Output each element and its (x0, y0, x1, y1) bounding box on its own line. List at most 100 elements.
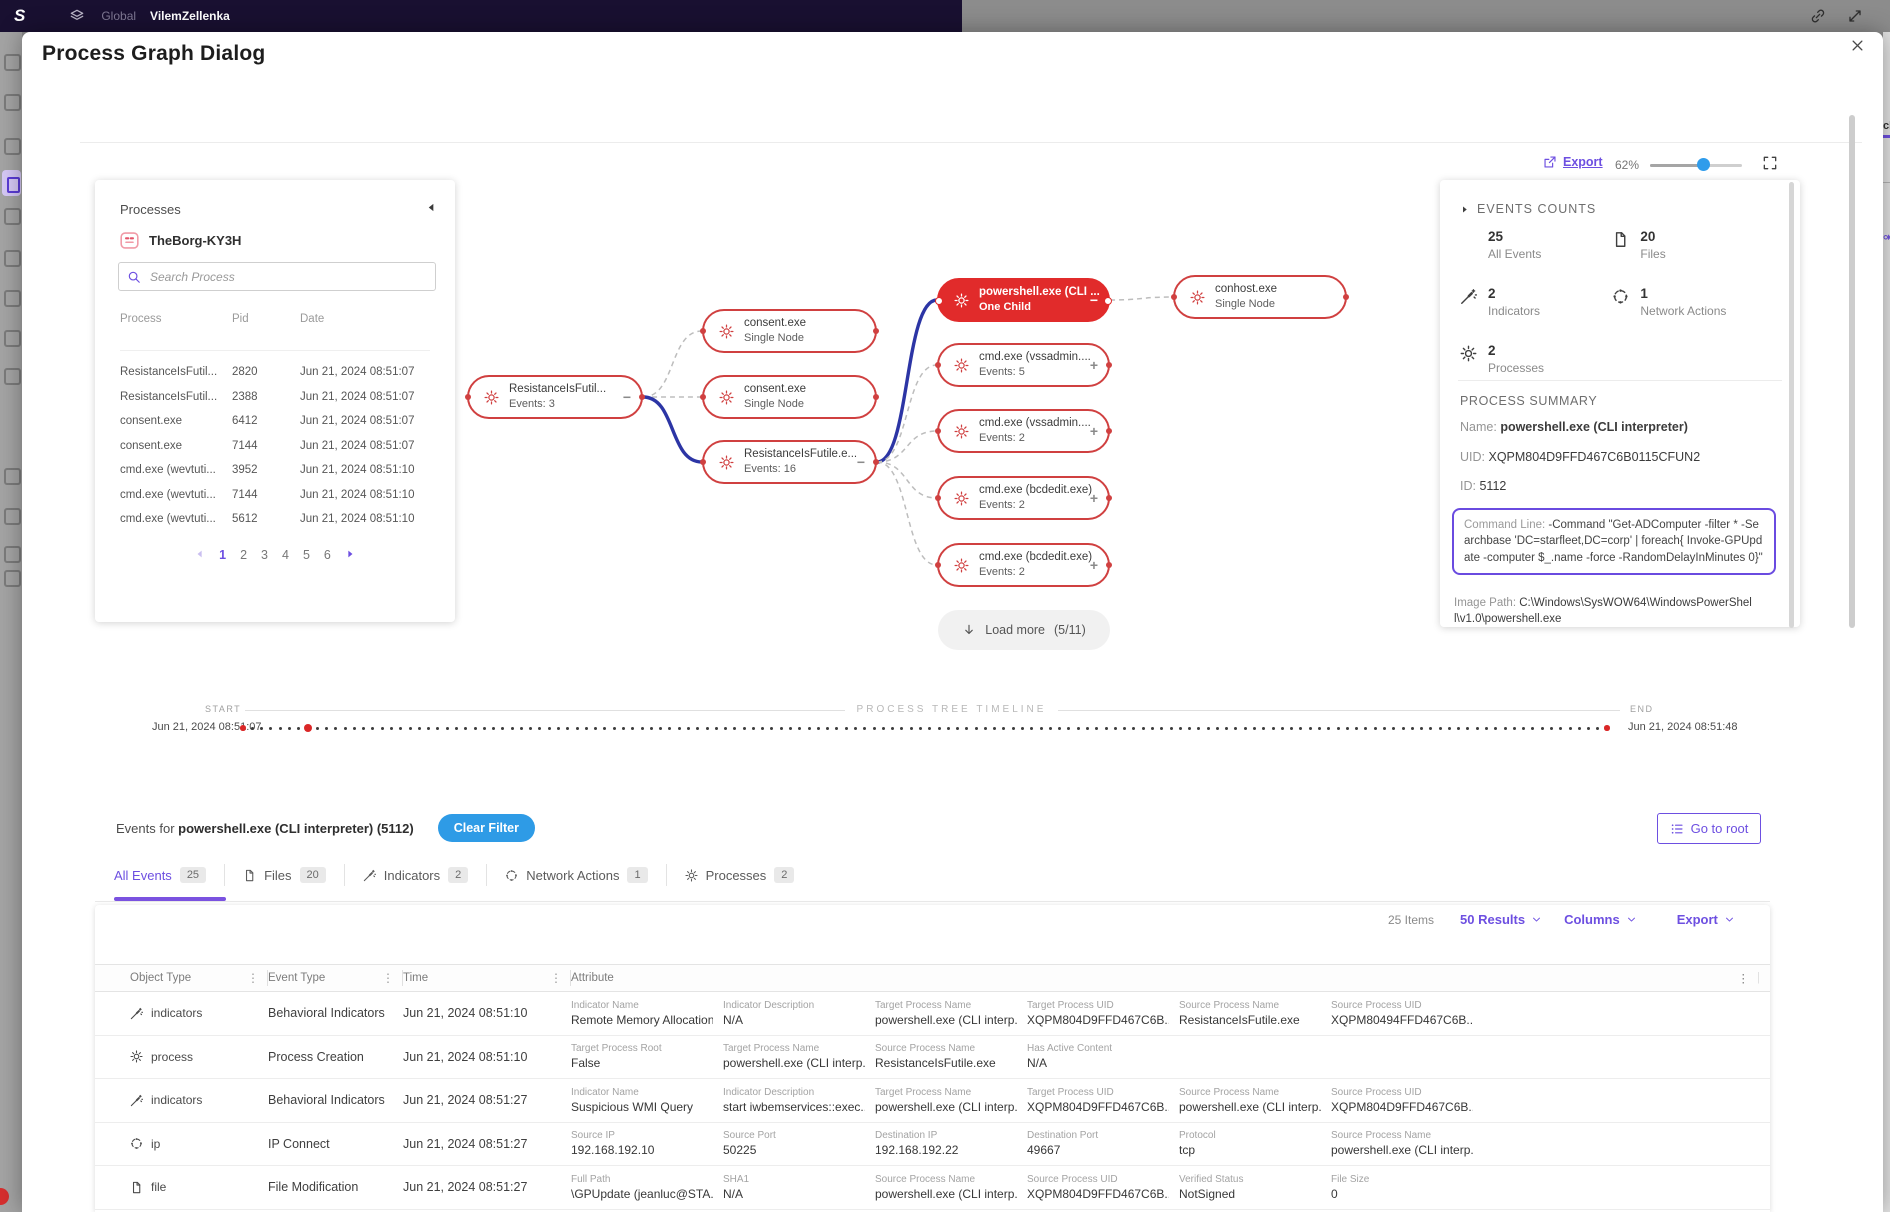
page-3[interactable]: 3 (261, 548, 268, 562)
timeline-dot[interactable] (631, 727, 634, 730)
timeline-dot[interactable] (353, 727, 356, 730)
timeline-dot[interactable] (1550, 727, 1553, 730)
process-node-cmd3[interactable]: cmd.exe (bcdedit.exe)Events: 2 + (937, 476, 1110, 520)
timeline-dot[interactable] (1225, 727, 1228, 730)
timeline-dot[interactable] (910, 727, 913, 730)
timeline-dot[interactable] (659, 727, 662, 730)
timeline-dot[interactable] (1439, 727, 1442, 730)
timeline-dot[interactable] (304, 724, 312, 732)
tab-indicators[interactable]: Indicators2 (345, 864, 488, 886)
expand-node-icon[interactable]: + (1090, 357, 1098, 373)
timeline-dot[interactable] (240, 725, 246, 731)
timeline-dot[interactable] (1021, 727, 1024, 730)
timeline-dot[interactable] (1559, 727, 1562, 730)
timeline-dot[interactable] (965, 727, 968, 730)
timeline-dot[interactable] (919, 727, 922, 730)
timeline-dot[interactable] (761, 727, 764, 730)
timeline-dot[interactable] (427, 727, 430, 730)
timeline-dot[interactable] (1086, 727, 1089, 730)
timeline-dot[interactable] (798, 727, 801, 730)
timeline-dot[interactable] (724, 727, 727, 730)
header-time[interactable]: Time⋮ (403, 970, 571, 986)
timeline-dot[interactable] (1337, 727, 1340, 730)
collapse-node-icon[interactable]: − (1090, 292, 1098, 308)
timeline-dot[interactable] (1494, 727, 1497, 730)
page-1[interactable]: 1 (219, 548, 226, 562)
timeline-dot[interactable] (1077, 727, 1080, 730)
event-row[interactable]: indicators Behavioral Indicators Jun 21,… (95, 992, 1770, 1036)
timeline-dot[interactable] (1457, 727, 1460, 730)
timeline-dot[interactable] (446, 727, 449, 730)
timeline-dot[interactable] (1448, 727, 1451, 730)
timeline-dot[interactable] (1058, 727, 1061, 730)
stat-processes[interactable]: 2Processes (1460, 344, 1612, 375)
timeline-dot[interactable] (251, 727, 254, 730)
timeline-dot[interactable] (687, 727, 690, 730)
process-node-consent1[interactable]: consent.exeSingle Node (702, 309, 877, 353)
event-row[interactable]: indicators Behavioral Indicators Jun 21,… (95, 1079, 1770, 1123)
process-list-row[interactable]: ResistanceIsFutil...2388Jun 21, 2024 08:… (120, 385, 430, 410)
timeline-dot[interactable] (1272, 727, 1275, 730)
timeline-dot[interactable] (1290, 727, 1293, 730)
timeline-dot[interactable] (1383, 727, 1386, 730)
timeline-dot[interactable] (863, 727, 866, 730)
timeline-dot[interactable] (1420, 727, 1423, 730)
timeline-dot[interactable] (297, 727, 300, 730)
timeline-dot[interactable] (399, 727, 402, 730)
timeline-dot[interactable] (576, 727, 579, 730)
page-4[interactable]: 4 (282, 548, 289, 562)
timeline-dot[interactable] (585, 727, 588, 730)
export-dropdown[interactable]: Export (1677, 912, 1735, 927)
column-menu-icon[interactable]: ⋮ (550, 971, 562, 985)
timeline-dot[interactable] (1207, 727, 1210, 730)
timeline-dot[interactable] (826, 727, 829, 730)
process-node-root[interactable]: ResistanceIsFutil...Events: 3 − (467, 375, 643, 419)
process-list-row[interactable]: consent.exe7144Jun 21, 2024 08:51:07 (120, 434, 430, 459)
timeline-dot[interactable] (1587, 727, 1590, 730)
timeline-dot[interactable] (1160, 727, 1163, 730)
timeline-dot[interactable] (808, 727, 811, 730)
timeline-dot[interactable] (1429, 727, 1432, 730)
timeline-dot[interactable] (1504, 727, 1507, 730)
timeline-dot[interactable] (1346, 727, 1349, 730)
timeline-dot[interactable] (1327, 727, 1330, 730)
timeline-dot[interactable] (260, 727, 263, 730)
process-list-row[interactable]: ResistanceIsFutil...2820Jun 21, 2024 08:… (120, 360, 430, 385)
timeline-dot[interactable] (511, 727, 514, 730)
process-node-cmd4[interactable]: cmd.exe (bcdedit.exe)Events: 2 + (937, 543, 1110, 587)
process-node-cmd2[interactable]: cmd.exe (vssadmin....Events: 2 + (937, 409, 1110, 453)
page-5[interactable]: 5 (303, 548, 310, 562)
search-input[interactable] (148, 269, 392, 285)
stat-network-actions[interactable]: 1Network Actions (1612, 287, 1780, 318)
timeline-dot[interactable] (1355, 727, 1358, 730)
timeline-dot[interactable] (1604, 725, 1610, 731)
timeline-dot[interactable] (789, 727, 792, 730)
timeline-dot[interactable] (381, 727, 384, 730)
header-event-type[interactable]: Event Type⋮ (268, 970, 403, 986)
timeline-dot[interactable] (1318, 727, 1321, 730)
columns-dropdown[interactable]: Columns (1564, 912, 1637, 927)
timeline-dot[interactable] (1142, 727, 1145, 730)
timeline-dot[interactable] (956, 727, 959, 730)
stat-files[interactable]: 20Files (1612, 230, 1780, 261)
timeline-dot[interactable] (641, 727, 644, 730)
event-row[interactable]: process Process Creation Jun 21, 2024 08… (95, 1036, 1770, 1080)
timeline-dot[interactable] (938, 727, 941, 730)
timeline-dot[interactable] (1114, 727, 1117, 730)
timeline-dot[interactable] (1216, 727, 1219, 730)
timeline-dot[interactable] (492, 727, 495, 730)
timeline-dot[interactable] (1262, 727, 1265, 730)
timeline-dot[interactable] (455, 727, 458, 730)
column-menu-icon[interactable]: ⋮ (382, 971, 394, 985)
timeline-dot[interactable] (1578, 727, 1581, 730)
process-node-conhost[interactable]: conhost.exeSingle Node (1173, 275, 1347, 319)
timeline-dot[interactable] (752, 727, 755, 730)
timeline-dot[interactable] (613, 727, 616, 730)
timeline-dot[interactable] (928, 727, 931, 730)
command-line-box[interactable]: Command Line: -Command "Get-ADComputer -… (1452, 508, 1776, 575)
process-node-consent2[interactable]: consent.exeSingle Node (702, 375, 877, 419)
timeline-dot[interactable] (1123, 727, 1126, 730)
timeline-dot[interactable] (891, 727, 894, 730)
timeline-dot[interactable] (316, 727, 319, 730)
expand-node-icon[interactable]: + (1090, 423, 1098, 439)
